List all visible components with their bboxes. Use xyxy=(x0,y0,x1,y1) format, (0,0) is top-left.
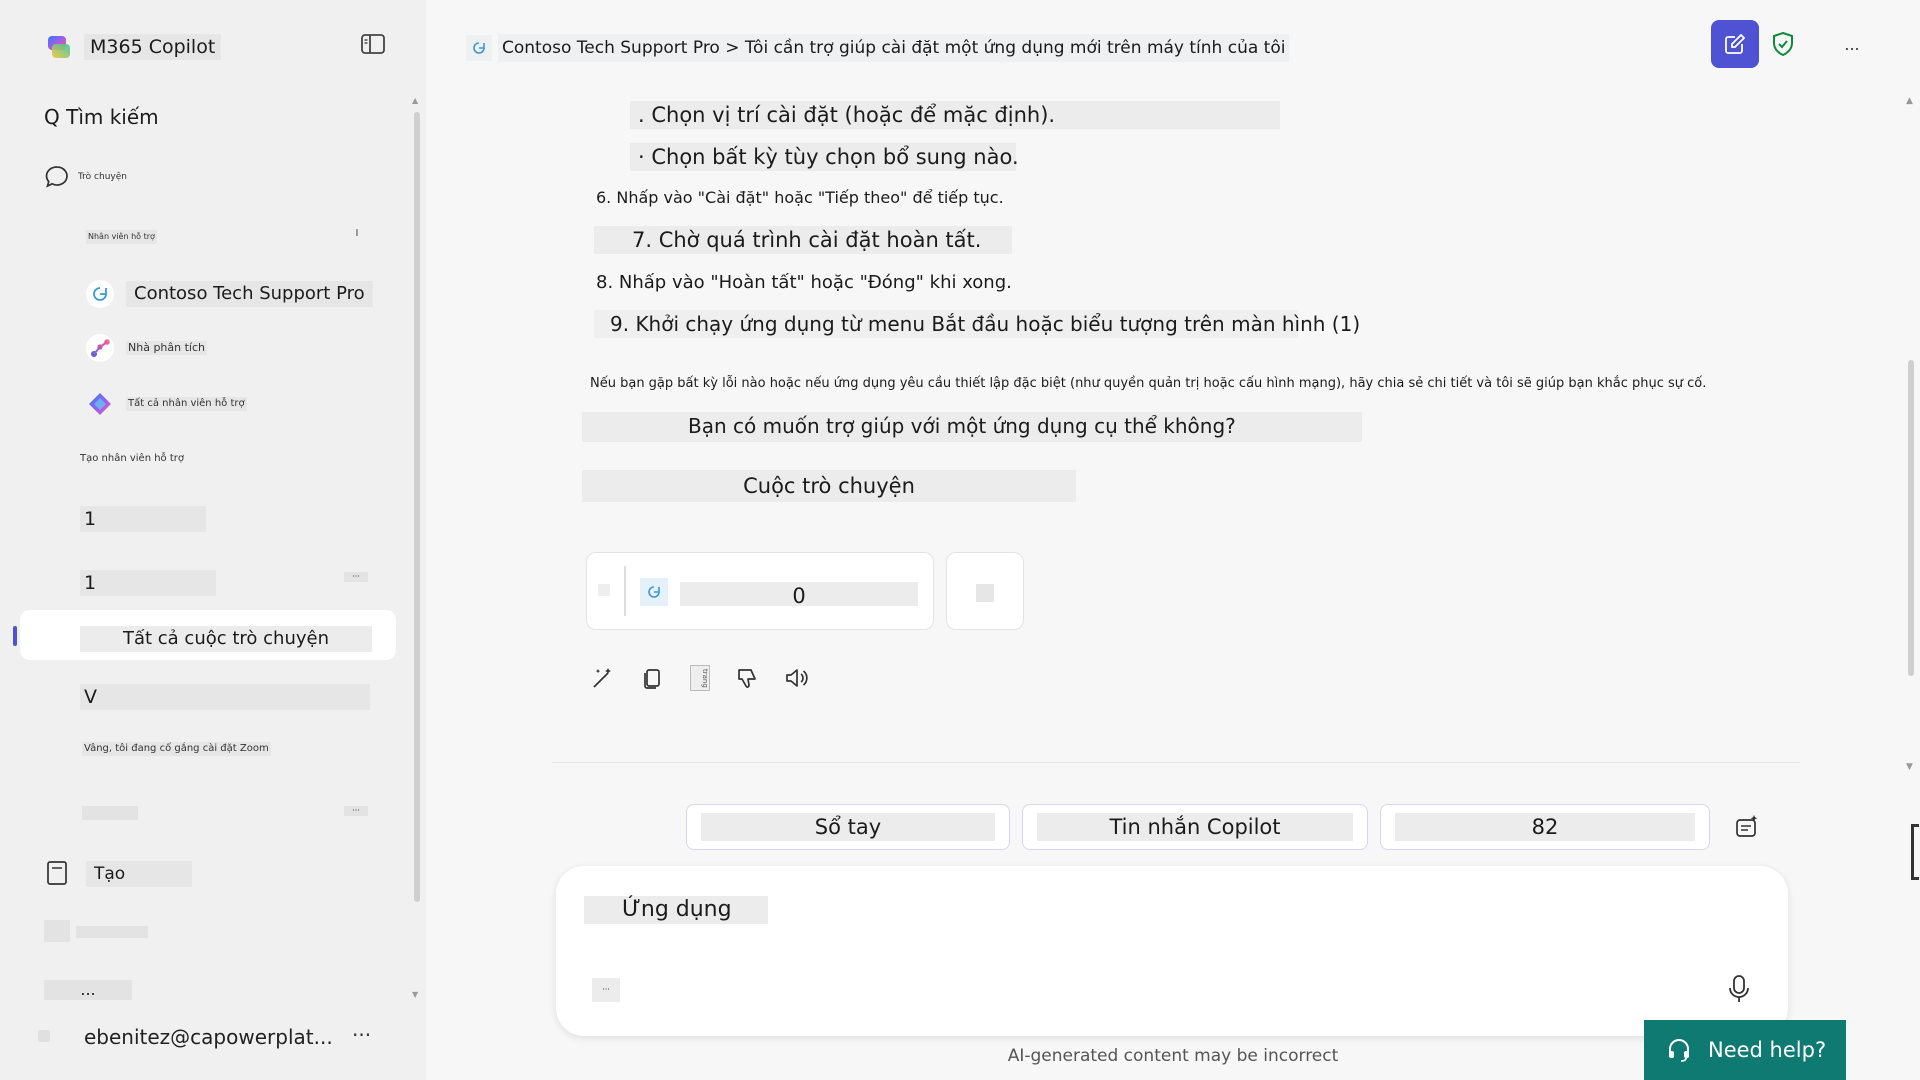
agents-header-marker: I xyxy=(355,228,359,239)
breadcrumb-text[interactable]: Contoso Tech Support Pro > Tôi cần trợ g… xyxy=(498,34,1290,62)
sidebar-item-1[interactable]: 1 xyxy=(80,506,206,532)
card-divider xyxy=(624,566,626,616)
thumbs-down-button[interactable] xyxy=(732,663,762,693)
avatar xyxy=(38,1030,50,1042)
main-scroll-up-icon[interactable]: ▲ xyxy=(1906,96,1913,106)
message-input[interactable]: Ứng dụng xyxy=(584,896,768,924)
create-agent-link[interactable]: Tạo nhân viên hỗ trợ xyxy=(80,452,184,466)
suggestion-label: Sổ tay xyxy=(701,813,995,841)
sidebar-scrollbar[interactable] xyxy=(414,112,420,902)
card-placeholder xyxy=(976,584,994,602)
headset-icon xyxy=(1669,1039,1689,1062)
user-more-icon[interactable]: ··· xyxy=(352,1022,371,1048)
resize-handle[interactable] xyxy=(1911,824,1919,880)
copy-icon xyxy=(644,669,660,689)
copy-button[interactable] xyxy=(637,663,667,693)
scroll-down-icon[interactable]: ▼ xyxy=(412,990,418,999)
conversation-label: Cuộc trò chuyện xyxy=(582,470,1076,502)
suggestion-copilot-messages[interactable]: Tin nhắn Copilot xyxy=(1022,804,1368,850)
chat-bubble-icon xyxy=(45,166,68,188)
sidebar-item-label: Nhà phân tích xyxy=(126,341,207,355)
selected-indicator xyxy=(13,626,17,646)
notebook-icon xyxy=(46,860,68,890)
page-button[interactable]: trang xyxy=(685,663,715,693)
microphone-button[interactable] xyxy=(1726,974,1752,1008)
speaker-icon xyxy=(786,669,808,687)
suggestion-label: 82 xyxy=(1395,813,1695,841)
recent-chat-more-icon[interactable]: ··· xyxy=(344,806,368,816)
copilot-logo-icon xyxy=(44,32,74,62)
nav-chat-label: Trò chuyện xyxy=(78,172,127,182)
app-list-item[interactable] xyxy=(76,926,148,938)
compose-icon xyxy=(1725,33,1746,54)
sidebar: M365 Copilot Q Tìm kiếm Trò chuyện Nhân … xyxy=(0,0,426,1080)
sidebar-item-analyst[interactable]: Nhà phân tích xyxy=(86,334,207,362)
scroll-up-icon[interactable]: ▲ xyxy=(412,96,418,105)
search-label: Q Tìm kiếm xyxy=(44,105,159,129)
agent-refresh-icon xyxy=(466,35,492,61)
user-email[interactable]: ebenitez@capowerplat... xyxy=(84,1024,333,1050)
sidebar-item-all-agents[interactable]: Tất cả nhân viên hỗ trợ xyxy=(86,390,247,418)
message-line: 6. Nhấp vào "Cài đặt" hoặc "Tiếp theo" đ… xyxy=(596,188,1004,207)
suggestion-82[interactable]: 82 xyxy=(1380,804,1710,850)
sidebar-toggle-icon xyxy=(361,34,385,54)
agents-header: Nhân viên hỗ trợ xyxy=(86,230,157,244)
message-line: . Chọn vị trí cài đặt (hoặc để mặc định)… xyxy=(630,101,1280,129)
need-help-label: Need help? xyxy=(1708,1038,1827,1062)
message-question: Bạn có muốn trợ giúp với một ứng dụng cụ… xyxy=(582,412,1362,442)
sidebar-item-label: Contoso Tech Support Pro xyxy=(126,281,373,307)
suggestion-notebook[interactable]: Sổ tay xyxy=(686,804,1010,850)
page-action-label: trang xyxy=(690,665,710,691)
analyst-agent-icon xyxy=(86,334,114,362)
sparkle-refresh-icon xyxy=(1736,815,1758,837)
sidebar-item-2[interactable]: 1 xyxy=(80,570,216,596)
sidebar-toggle-button[interactable] xyxy=(360,32,388,58)
sidebar-item-v[interactable]: V xyxy=(80,684,370,710)
search-button[interactable]: Q Tìm kiếm xyxy=(44,104,159,130)
nav-chat[interactable]: Trò chuyện xyxy=(44,164,127,190)
card-marker xyxy=(598,584,610,596)
thumbs-down-icon xyxy=(738,669,756,688)
contoso-agent-icon xyxy=(86,280,114,308)
more-button[interactable]: ... xyxy=(44,980,132,1000)
message-line: 8. Nhấp vào "Hoàn tất" hoặc "Đóng" khi x… xyxy=(596,272,1012,293)
suggestion-label: Tin nhắn Copilot xyxy=(1037,813,1353,841)
sidebar-item-label: Tất cả nhân viên hỗ trợ xyxy=(126,397,247,411)
protection-button[interactable] xyxy=(1759,20,1807,68)
need-help-button[interactable]: Need help? xyxy=(1644,1020,1846,1080)
new-chat-button[interactable] xyxy=(1711,20,1759,68)
main-panel: Contoso Tech Support Pro > Tôi cần trợ g… xyxy=(426,0,1920,1080)
message-composer[interactable] xyxy=(556,866,1788,1036)
suggestions-refresh-button[interactable] xyxy=(1732,812,1762,846)
message-line: 7. Chờ quá trình cài đặt hoàn tất. xyxy=(594,226,1012,254)
all-agents-icon xyxy=(86,390,114,418)
main-scroll-down-icon[interactable]: ▼ xyxy=(1906,762,1913,772)
message-line: 9. Khởi chạy ứng dụng từ menu Bắt đầu ho… xyxy=(594,310,1360,338)
sidebar-item-2-more-icon[interactable]: ··· xyxy=(344,572,368,582)
sidebar-item-label: Tất cả cuộc trò chuyện xyxy=(80,626,372,652)
message-note: Nếu bạn gặp bất kỳ lỗi nào hoặc nếu ứng … xyxy=(590,376,1707,391)
app-icon xyxy=(44,920,70,942)
message-line: · Chọn bất kỳ tùy chọn bổ sung nào. xyxy=(630,143,1019,171)
magic-wand-icon xyxy=(593,668,611,688)
main-scrollbar[interactable] xyxy=(1908,360,1914,676)
breadcrumb: Contoso Tech Support Pro > Tôi cần trợ g… xyxy=(466,34,1290,62)
shield-check-icon xyxy=(1773,31,1793,57)
read-aloud-button[interactable] xyxy=(781,663,811,693)
recent-chat-item[interactable]: Vâng, tôi đang cố gắng cài đặt Zoom xyxy=(82,742,271,756)
app-title: M365 Copilot xyxy=(84,34,222,60)
attach-button[interactable]: ··· xyxy=(592,978,620,1002)
sidebar-item-contoso-tech-support[interactable]: Contoso Tech Support Pro xyxy=(86,280,373,308)
citation-agent-icon xyxy=(640,578,668,606)
citation-count: 0 xyxy=(680,582,918,608)
create-button[interactable]: Tạo xyxy=(86,861,192,887)
rewrite-button[interactable] xyxy=(588,663,618,693)
microphone-icon xyxy=(1729,975,1749,1002)
header-more-button[interactable]: ... xyxy=(1828,20,1876,68)
divider xyxy=(552,762,1800,763)
recent-chat-item-2[interactable] xyxy=(82,806,138,820)
